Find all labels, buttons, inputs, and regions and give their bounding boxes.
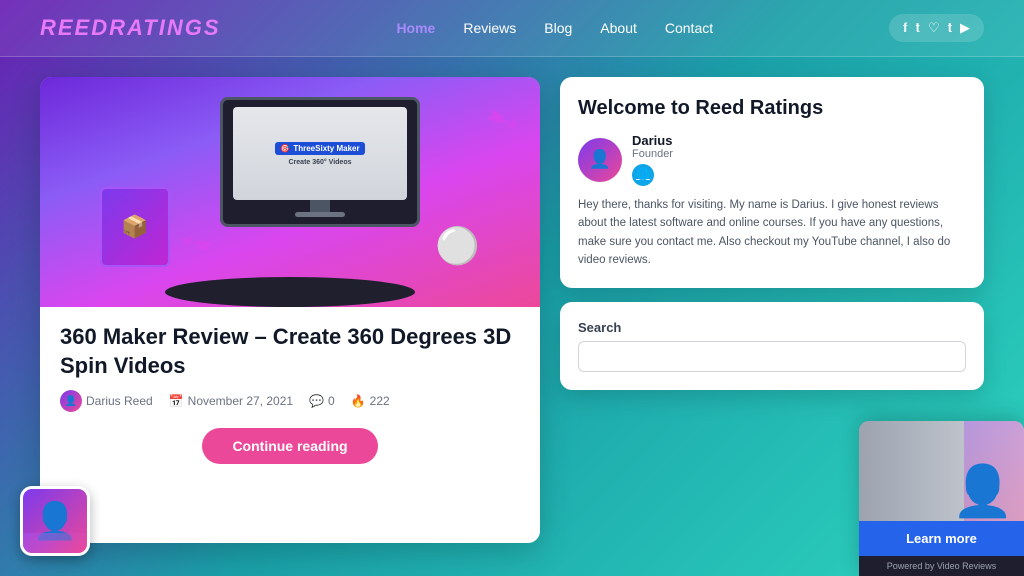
product-box-graphic: 📦 [100, 187, 180, 277]
like-count: 222 [370, 394, 390, 408]
article-card: 🎯 ThreeSixty Maker Create 360° Videos 📦 … [40, 77, 540, 543]
facebook-icon[interactable]: 𝐟 [903, 20, 907, 36]
nav-contact[interactable]: Contact [665, 20, 713, 36]
comments-meta: 💬 0 [309, 394, 335, 408]
likes-meta: 🔥 222 [351, 394, 390, 408]
like-icon: 🔥 [351, 394, 366, 408]
youtube-icon[interactable]: ▶ [960, 20, 970, 36]
monitor-graphic: 🎯 ThreeSixty Maker Create 360° Videos [220, 97, 420, 227]
nav-reviews[interactable]: Reviews [463, 20, 516, 36]
calendar-icon: 📅 [169, 394, 184, 408]
camera-graphic: ⚪ [435, 225, 480, 267]
powered-by-label: Powered by Video Reviews [859, 556, 1024, 576]
video-popup: 👤 Learn more Powered by Video Reviews [859, 421, 1024, 576]
nav-blog[interactable]: Blog [544, 20, 572, 36]
main-nav: Home Reviews Blog About Contact [396, 20, 713, 36]
article-meta: 👤 Darius Reed 📅 November 27, 2021 💬 0 🔥 … [60, 390, 520, 412]
product-badge: 🎯 ThreeSixty Maker [275, 142, 364, 155]
search-label: Search [578, 320, 966, 335]
search-card: Search [560, 302, 984, 390]
learn-more-button[interactable]: Learn more [859, 521, 1024, 556]
author-role: Founder [632, 148, 673, 160]
author-name: Darius Reed [86, 394, 153, 408]
author-link[interactable]: 🌐 [632, 164, 654, 186]
author-display-name: Darius [632, 133, 673, 148]
comment-icon: 💬 [309, 394, 324, 408]
author-avatar: 👤 [578, 138, 622, 182]
author-info: Darius Founder 🌐 [632, 133, 673, 186]
welcome-title: Welcome to Reed Ratings [578, 95, 966, 121]
article-image: 🎯 ThreeSixty Maker Create 360° Videos 📦 … [40, 77, 540, 307]
author-row: 👤 Darius Founder 🌐 [578, 133, 966, 186]
article-date: November 27, 2021 [188, 394, 293, 408]
sidebar-description: Hey there, thanks for visiting. My name … [578, 196, 966, 270]
comment-count: 0 [328, 394, 335, 408]
nav-about[interactable]: About [600, 20, 637, 36]
nav-home[interactable]: Home [396, 20, 435, 36]
platform-decoration [165, 277, 415, 307]
date-meta: 📅 November 27, 2021 [169, 394, 293, 408]
author-avatar-small: 👤 [60, 390, 82, 412]
pinterest-icon[interactable]: ♡ [928, 20, 940, 36]
continue-reading-button[interactable]: Continue reading [202, 428, 377, 464]
header: ReedRatings Home Reviews Blog About Cont… [0, 0, 1024, 57]
article-body: 360 Maker Review – Create 360 Degrees 3D… [40, 307, 540, 543]
twitter-icon[interactable]: 𝐭 [916, 20, 920, 36]
author-meta: 👤 Darius Reed [60, 390, 153, 412]
search-input[interactable] [578, 341, 966, 372]
site-logo[interactable]: ReedRatings [40, 15, 221, 41]
welcome-card: Welcome to Reed Ratings 👤 Darius Founder… [560, 77, 984, 288]
tumblr-icon[interactable]: 𝐭 [948, 20, 952, 36]
video-thumbnail: 👤 [859, 421, 1024, 521]
bottom-avatar: 👤 [20, 486, 90, 556]
article-title: 360 Maker Review – Create 360 Degrees 3D… [60, 323, 520, 380]
social-icons-bar: 𝐟 𝐭 ♡ 𝐭 ▶ [889, 14, 984, 42]
